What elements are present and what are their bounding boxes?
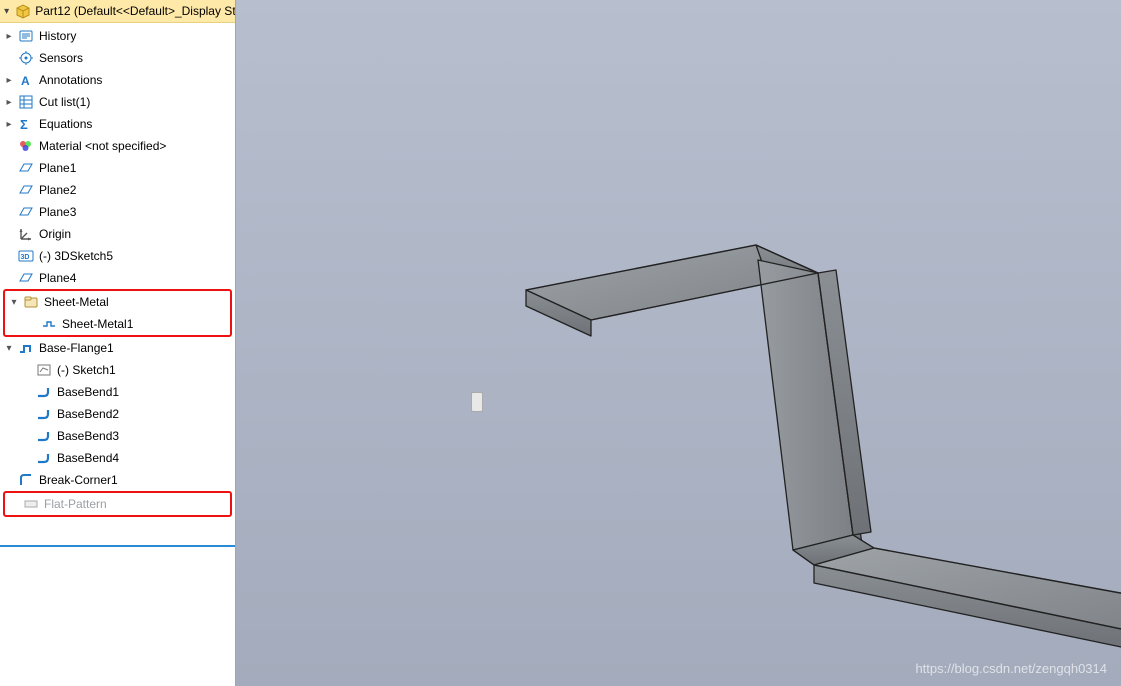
sheetmetal-icon — [41, 316, 57, 332]
watermark: https://blog.csdn.net/zengqh0314 — [915, 661, 1107, 676]
bend-icon — [36, 406, 52, 422]
history-icon — [18, 28, 34, 44]
tree-item-bend4[interactable]: BaseBend4 — [0, 447, 235, 469]
bend-icon — [36, 450, 52, 466]
flatpattern-icon — [23, 496, 39, 512]
sheetmetal-folder-icon — [23, 294, 39, 310]
tree-item-sheetmetal1[interactable]: Sheet-Metal1 — [5, 313, 230, 335]
feature-tree-panel: ▾ Part12 (Default<<Default>_Display Stat… — [0, 0, 236, 686]
caret-down-icon[interactable]: ▾ — [2, 6, 11, 16]
tree-item-baseflange[interactable]: ▾ Base-Flange1 — [0, 337, 235, 359]
tree-item-plane2[interactable]: Plane2 — [0, 179, 235, 201]
svg-text:A: A — [21, 74, 30, 88]
origin-icon — [18, 226, 34, 242]
tree-item-material[interactable]: Material <not specified> — [0, 135, 235, 157]
tree-item-bend2[interactable]: BaseBend2 — [0, 403, 235, 425]
tree-item-history[interactable]: ▸ History — [0, 25, 235, 47]
tree-item-sketch1[interactable]: (-) Sketch1 — [0, 359, 235, 381]
cutlist-icon — [18, 94, 34, 110]
root-label: Part12 (Default<<Default>_Display State — [35, 4, 235, 18]
plane-icon — [18, 270, 34, 286]
caret-down-icon[interactable]: ▾ — [4, 343, 14, 353]
tree-root[interactable]: ▾ Part12 (Default<<Default>_Display Stat… — [0, 0, 235, 23]
tree-item-origin[interactable]: Origin — [0, 223, 235, 245]
caret-right-icon[interactable]: ▸ — [4, 75, 14, 85]
svg-text:3D: 3D — [21, 254, 30, 261]
tree-item-plane4[interactable]: Plane4 — [0, 267, 235, 289]
equations-icon: Σ — [18, 116, 34, 132]
tree-item-equations[interactable]: ▸ Σ Equations — [0, 113, 235, 135]
rollback-bar[interactable] — [0, 545, 235, 547]
graphics-viewport[interactable]: https://blog.csdn.net/zengqh0314 — [236, 0, 1121, 686]
caret-right-icon[interactable]: ▸ — [4, 31, 14, 41]
bend-icon — [36, 428, 52, 444]
caret-right-icon[interactable]: ▸ — [4, 97, 14, 107]
tree-item-3dsketch[interactable]: 3D (-) 3DSketch5 — [0, 245, 235, 267]
plane-icon — [18, 182, 34, 198]
tree-item-plane3[interactable]: Plane3 — [0, 201, 235, 223]
tree-item-bend1[interactable]: BaseBend1 — [0, 381, 235, 403]
caret-right-icon[interactable]: ▸ — [4, 119, 14, 129]
sheetmetal-part-model — [496, 150, 1121, 670]
caret-down-icon[interactable]: ▾ — [9, 297, 19, 307]
breakcorner-icon — [18, 472, 34, 488]
tree-item-breakcorner[interactable]: Break-Corner1 — [0, 469, 235, 491]
highlight-flatpattern: Flat-Pattern — [3, 491, 232, 517]
tree-item-plane1[interactable]: Plane1 — [0, 157, 235, 179]
tree-item-annotations[interactable]: ▸ A Annotations — [0, 69, 235, 91]
tree-item-cutlist[interactable]: ▸ Cut list(1) — [0, 91, 235, 113]
sensors-icon — [18, 50, 34, 66]
part-icon — [15, 3, 31, 19]
3dsketch-icon: 3D — [18, 248, 34, 264]
tree-item-flatpattern[interactable]: Flat-Pattern — [5, 493, 230, 515]
svg-text:Σ: Σ — [20, 117, 28, 132]
tree-item-sheetmetal[interactable]: ▾ Sheet-Metal — [5, 291, 230, 313]
plane-icon — [18, 204, 34, 220]
tree-item-bend3[interactable]: BaseBend3 — [0, 425, 235, 447]
annotations-icon: A — [18, 72, 34, 88]
baseflange-icon — [18, 340, 34, 356]
highlight-sheetmetal: ▾ Sheet-Metal Sheet-Metal1 — [3, 289, 232, 337]
sketch-icon — [36, 362, 52, 378]
material-icon — [18, 138, 34, 154]
tree-item-sensors[interactable]: Sensors — [0, 47, 235, 69]
bend-icon — [36, 384, 52, 400]
splitter-handle[interactable] — [471, 392, 483, 412]
feature-tree[interactable]: ▸ History Sensors ▸ A Annotations ▸ Cut … — [0, 23, 235, 686]
plane-icon — [18, 160, 34, 176]
